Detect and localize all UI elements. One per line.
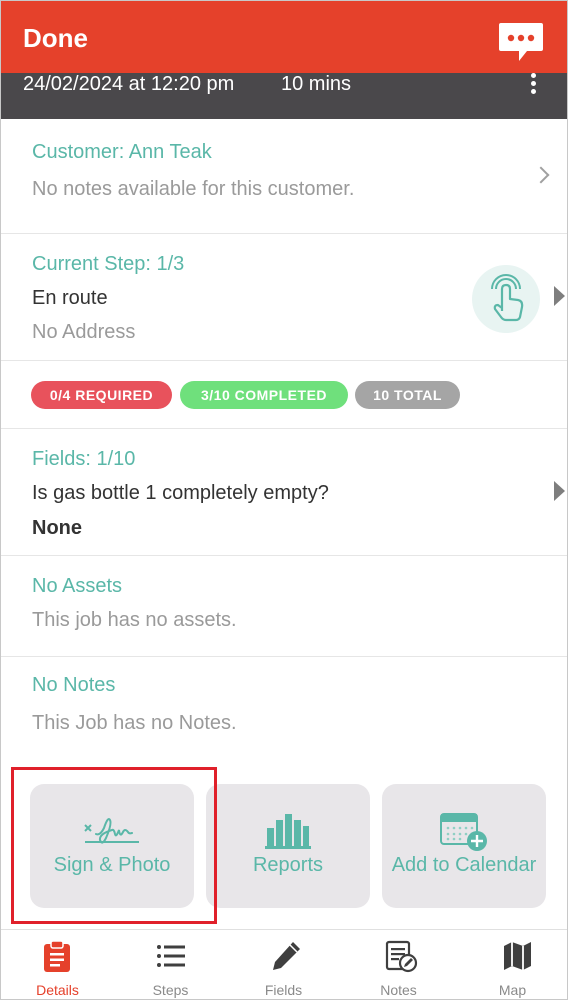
pencil-icon [273,942,300,970]
completed-badge: 3/10 COMPLETED [180,381,348,409]
job-datetime: 24/02/2024 at 12:20 pm [23,73,235,95]
notes-text: This Job has no Notes. [32,712,237,734]
total-badge: 10 TOTAL [355,381,460,409]
map-icon [504,942,531,970]
tab-details-label: Details [36,982,79,998]
fields-title: Fields: 1/10 [32,448,136,470]
highlight-box [11,767,217,924]
job-details-screen: Done 24/02/2024 at 12:20 pm 10 mins Cust… [0,0,568,1000]
field-question: Is gas bottle 1 completely empty? [32,482,329,504]
notes-title: No Notes [32,674,116,696]
reports-button[interactable]: Reports [206,784,370,908]
add-to-calendar-label: Add to Calendar [391,854,537,876]
customer-title: Customer: Ann Teak [32,141,212,163]
notes-icon [385,940,418,973]
fields-section[interactable]: Fields: 1/10 Is gas bottle 1 completely … [1,429,567,556]
triangle-right-icon [554,286,565,306]
bottom-tab-bar: Details Steps Fields Notes Map [1,929,567,999]
notes-section: No Notes This Job has no Notes. [1,657,567,765]
clipboard-icon [44,940,70,972]
customer-section[interactable]: Customer: Ann Teak No notes available fo… [1,119,567,234]
triangle-right-icon [554,481,565,501]
current-step-title: Current Step: 1/3 [32,253,185,275]
tab-map-label: Map [498,982,527,998]
tab-details[interactable]: Details [1,930,114,999]
tab-notes[interactable]: Notes [342,930,455,999]
calendar-add-icon [440,813,487,851]
field-answer: None [32,517,82,539]
tap-hand-icon[interactable] [472,265,540,333]
reports-label: Reports [252,854,324,876]
job-duration: 10 mins [281,73,352,95]
tab-fields[interactable]: Fields [227,930,340,999]
assets-section: No Assets This job has no assets. [1,556,567,657]
list-icon [157,945,185,967]
current-step-name: En route [32,287,108,309]
chat-bubble-icon[interactable] [497,21,545,63]
chevron-right-icon [532,166,550,184]
more-vertical-icon[interactable] [525,73,541,97]
top-bar: Done [1,1,567,73]
job-time-bar: 24/02/2024 at 12:20 pm 10 mins [1,73,567,119]
tab-fields-label: Fields [264,982,303,998]
assets-title: No Assets [32,575,123,597]
customer-notes: No notes available for this customer. [32,178,355,200]
add-to-calendar-button[interactable]: Add to Calendar [382,784,546,908]
bar-chart-icon [265,814,311,849]
tab-steps-label: Steps [152,982,189,998]
assets-text: This job has no assets. [32,609,237,631]
tab-map[interactable]: Map [456,930,567,999]
job-status-title: Done [23,23,88,53]
tab-notes-label: Notes [380,982,417,998]
current-step-address: No Address [32,321,136,343]
required-badge: 0/4 REQUIRED [31,381,172,409]
tab-steps[interactable]: Steps [114,930,227,999]
